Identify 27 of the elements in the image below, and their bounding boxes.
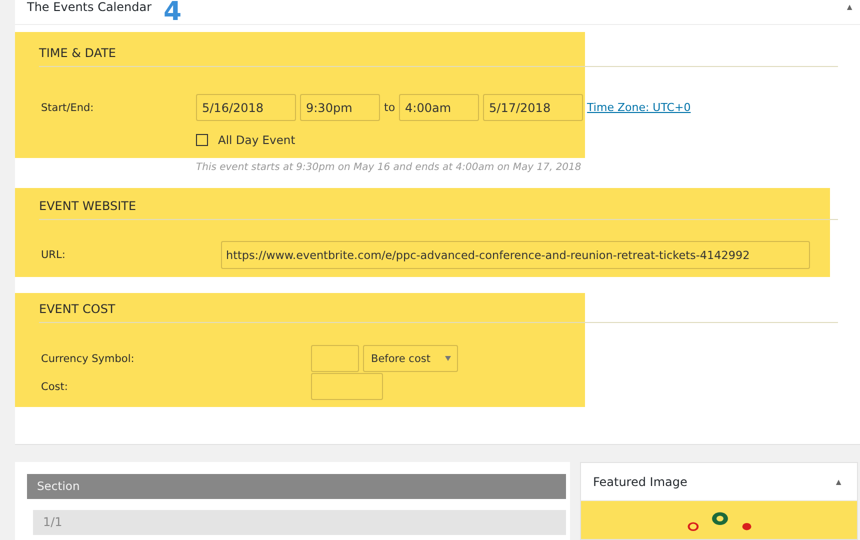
hint-text: This event starts at 9:30pm on May 16 and ends at 4:00am on May 17, 2018 <box>196 162 582 173</box>
cost-field[interactable] <box>311 373 383 400</box>
date-field[interactable]: 5/16/2018 <box>196 94 296 121</box>
section-title: EVENT COST <box>39 302 116 316</box>
field-label: Cost: <box>40 380 69 392</box>
time-field[interactable]: 4:00am <box>399 94 480 121</box>
caret-icon <box>445 356 451 361</box>
position-select[interactable]: Before cost <box>363 345 458 372</box>
field-label: URL: <box>40 249 66 261</box>
section-title: TIME & DATE <box>39 46 116 60</box>
time-field[interactable]: 9:30pm <box>300 94 380 121</box>
currency-field[interactable] <box>311 345 359 372</box>
table-header: Section <box>27 474 566 499</box>
timezone-link[interactable]: Time Zone: UTC+0 <box>587 101 691 114</box>
field-label: Currency Symbol: <box>40 352 136 364</box>
field-label: Start/End: <box>40 102 95 114</box>
panel-title: The Events Calendar <box>27 0 152 14</box>
checkbox[interactable] <box>196 134 208 146</box>
checkbox-label: All Day Event <box>218 133 296 147</box>
collapse-button[interactable]: ▲ <box>828 476 849 486</box>
collapse-button[interactable]: ▲ <box>839 2 860 12</box>
section-title: EVENT WEBSITE <box>39 199 136 213</box>
date-field[interactable]: 5/17/2018 <box>483 94 584 121</box>
url-field[interactable]: https://www.eventbrite.com/e/ppc-advanced-conference-and-reunion-retreat-tickets-4142992 <box>221 241 810 269</box>
panel-title: Featured Image <box>593 474 688 488</box>
separator-text: to <box>384 101 396 114</box>
step-number: 4 <box>164 0 182 24</box>
